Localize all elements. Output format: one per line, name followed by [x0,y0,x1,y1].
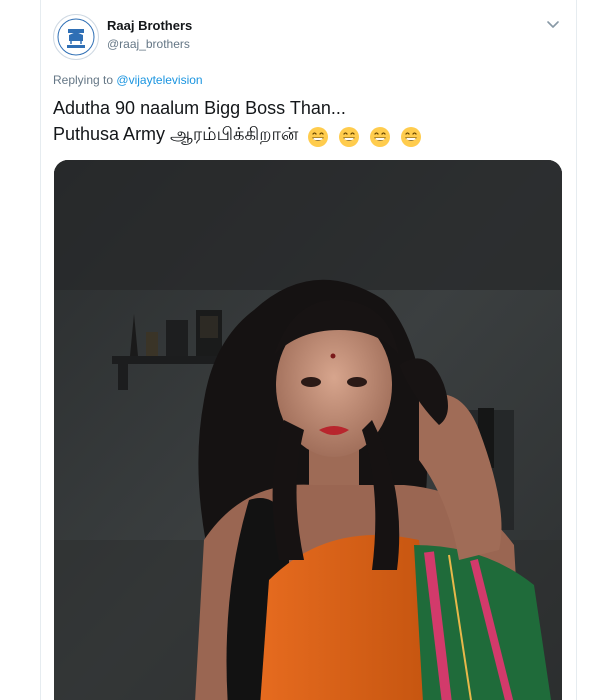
replying-to-prefix: Replying to [53,73,114,87]
tweet-card: Raaj Brothers @raaj_brothers Replying to… [40,0,577,700]
tweet-photo[interactable] [54,160,562,700]
author-handle[interactable]: @raaj_brothers [107,36,192,52]
tweet-text-line-2-row: Puthusa Army ஆரம்பிக்கிறான் [53,121,563,148]
replying-to: Replying to @vijaytelevision [53,73,203,87]
raaj-brothers-logo-icon [55,16,97,58]
author-display-name[interactable]: Raaj Brothers [107,18,192,34]
tweet-header: Raaj Brothers @raaj_brothers [53,12,564,62]
chevron-down-icon[interactable] [544,16,562,34]
tweet-text-line-2: Puthusa Army ஆரம்பிக்கிறான் [53,124,299,144]
grinning-face-icon [339,126,360,147]
tweet-text: Adutha 90 naalum Bigg Boss Than... Puthu… [53,95,563,148]
tweet-text-line-1: Adutha 90 naalum Bigg Boss Than... [53,98,346,118]
emoji-row [307,122,426,148]
grinning-face-icon [308,126,329,147]
avatar[interactable] [53,14,99,60]
photo-woman-saree [54,160,562,700]
grinning-face-icon [401,126,422,147]
replying-to-mention-link[interactable]: @vijaytelevision [116,73,202,87]
author-block[interactable]: Raaj Brothers @raaj_brothers [107,18,192,52]
grinning-face-icon [370,126,391,147]
